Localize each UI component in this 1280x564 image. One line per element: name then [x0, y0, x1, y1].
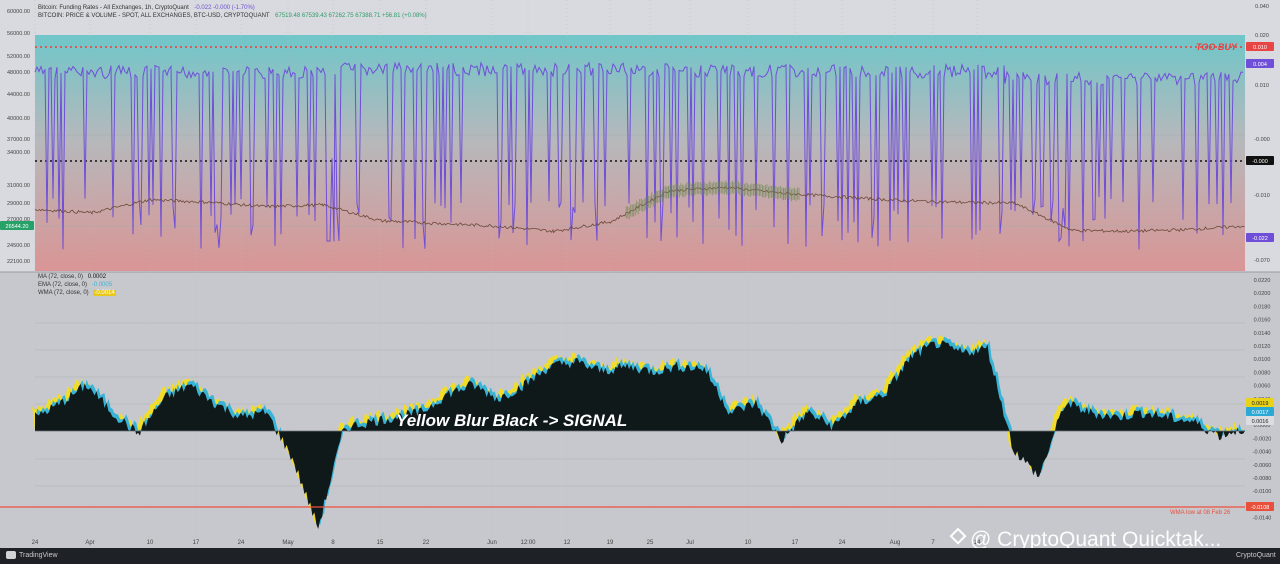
- legend-ma-title: MA (72, close, 0): [38, 274, 84, 280]
- legend-wma-value: -0.0014: [93, 290, 116, 296]
- badge-last-price: 26544.20: [6, 224, 29, 230]
- x-tick-label: 10: [745, 540, 752, 546]
- legend-funding-title: Bitcoin: Funding Rates - All Exchanges, …: [38, 5, 189, 11]
- left-tick-label: 31000.00: [7, 183, 30, 189]
- x-tick-label: 12:00: [520, 540, 536, 546]
- legend-price-values: 67519.48 67539.43 67262.75 67388.71 +56.…: [275, 13, 427, 19]
- x-tick-label: 22: [423, 540, 430, 546]
- right-bottom-tick-label: 0.0140: [1254, 331, 1271, 337]
- left-tick-label: 52000.00: [7, 54, 30, 60]
- x-tick-label: 17: [193, 540, 200, 546]
- badge-funding: 0.004: [1253, 62, 1267, 68]
- badge-reference: -0.000: [1252, 159, 1268, 165]
- badge-ma: 0.0016: [1252, 419, 1269, 425]
- x-tick-label: Jul: [686, 540, 694, 546]
- left-tick-label: 40000.00: [7, 116, 30, 122]
- legend-ema-title: EMA (72, close, 0): [38, 282, 88, 288]
- x-tick-label: 24: [32, 540, 39, 546]
- tradingview-label[interactable]: TradingView: [19, 552, 58, 559]
- left-tick-label: 29000.00: [7, 201, 30, 207]
- legend-ema[interactable]: EMA (72, close, 0) -0.0005: [38, 282, 112, 288]
- chart-canvas[interactable]: 60000.00 56000.00 52000.00 48000.00 44000.00…: [0, 0, 1280, 548]
- legend-ma-value: 0.0002: [87, 274, 107, 280]
- left-tick-label: 22100.00: [7, 259, 30, 265]
- right-bottom-tick-label: 0.0180: [1254, 304, 1271, 310]
- x-tick-label: Aug: [890, 540, 901, 546]
- right-top-tick-label: -0.070: [1254, 258, 1270, 264]
- chart-screen: 60000.00 56000.00 52000.00 48000.00 44000.00…: [0, 0, 1280, 564]
- right-bottom-tick-label: 0.0120: [1254, 344, 1271, 350]
- x-tick-label: 19: [607, 540, 614, 546]
- badge-last-funding: -0.022: [1252, 236, 1268, 242]
- signal-annotation: Yellow Blur Black -> SIGNAL: [396, 411, 627, 430]
- right-bottom-tick-label: -0.0040: [1253, 450, 1272, 456]
- right-bottom-tick-label: 0.0100: [1254, 357, 1271, 363]
- right-bottom-tick-label: -0.0140: [1253, 516, 1272, 522]
- wma-low-label: WMA low at 08 Feb 26: [1170, 510, 1231, 516]
- x-tick-label: 24: [839, 540, 846, 546]
- footer-bar: TradingView CryptoQuant: [0, 548, 1280, 564]
- left-tick-label: 44000.00: [7, 92, 30, 98]
- x-tick-label: 24: [238, 540, 245, 546]
- cryptoquant-label[interactable]: CryptoQuant: [1236, 552, 1276, 559]
- legend-wma-title: WMA (72, close, 0): [38, 290, 89, 296]
- right-top-tick-label: -0.000: [1254, 137, 1270, 143]
- x-tick-label: May: [282, 540, 293, 546]
- legend-funding-values: -0.022 -0.000 (-1.70%): [194, 5, 255, 11]
- x-tick-label: Jun: [487, 540, 497, 546]
- badge-wma: 0.0019: [1252, 401, 1269, 407]
- legend-funding-rates[interactable]: Bitcoin: Funding Rates - All Exchanges, …: [38, 5, 255, 11]
- too-buy-label: TOO BUY: [1196, 42, 1238, 52]
- x-tick-label: 12: [564, 540, 571, 546]
- right-top-tick-label: 0.040: [1255, 4, 1269, 10]
- x-tick-label: 15: [377, 540, 384, 546]
- right-bottom-tick-label: 0.0220: [1254, 278, 1271, 284]
- legend-ma[interactable]: MA (72, close, 0) 0.0002: [38, 274, 106, 280]
- legend-wma[interactable]: WMA (72, close, 0) -0.0014: [38, 290, 116, 296]
- x-tick-label: 25: [647, 540, 654, 546]
- x-tick-label: Apr: [85, 540, 94, 546]
- right-top-tick-label: 0.020: [1255, 33, 1269, 39]
- watermark: @ CryptoQuant Quicktak...: [970, 528, 1221, 548]
- left-tick-label: 56000.00: [7, 31, 30, 37]
- tradingview-logo-icon[interactable]: [6, 551, 16, 559]
- left-tick-label: 60000.00: [7, 9, 30, 15]
- legend-ema-value: -0.0005: [91, 282, 113, 288]
- left-tick-label: 24500.00: [7, 243, 30, 249]
- x-tick-label: 10: [147, 540, 154, 546]
- right-bottom-tick-label: 0.0200: [1254, 291, 1271, 297]
- badge-wma-low: -0.0108: [1251, 505, 1270, 511]
- left-tick-label: 34000.00: [7, 150, 30, 156]
- right-bottom-tick-label: 0.0060: [1254, 384, 1271, 390]
- right-bottom-tick-label: 0.0160: [1254, 318, 1271, 324]
- legend-price-title: BITCOIN: PRICE & VOLUME - SPOT, ALL EXCH…: [38, 13, 270, 19]
- right-bottom-tick-label: -0.0100: [1253, 489, 1272, 495]
- right-top-tick-label: 0.010: [1255, 83, 1269, 89]
- badge-ema: 0.0017: [1252, 410, 1269, 416]
- right-bottom-tick-label: -0.0080: [1253, 476, 1272, 482]
- right-bottom-tick-label: -0.0020: [1253, 436, 1272, 442]
- legend-btc-price[interactable]: BITCOIN: PRICE & VOLUME - SPOT, ALL EXCH…: [38, 13, 427, 19]
- right-bottom-tick-label: 0.0080: [1254, 370, 1271, 376]
- badge-too-buy: 0.010: [1253, 45, 1267, 51]
- right-top-tick-label: -0.010: [1254, 193, 1270, 199]
- x-tick-label: 17: [792, 540, 799, 546]
- right-bottom-tick-label: -0.0060: [1253, 463, 1272, 469]
- left-tick-label: 37000.00: [7, 137, 30, 143]
- left-tick-label: 48000.00: [7, 70, 30, 76]
